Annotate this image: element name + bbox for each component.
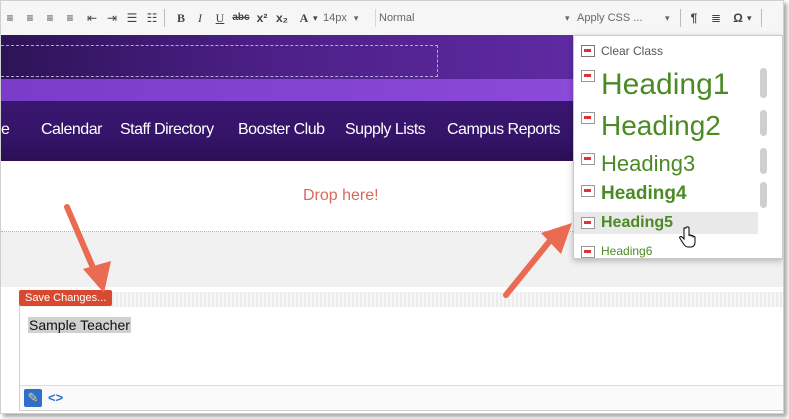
annotation-arrows: [64, 204, 572, 298]
arrow-to-heading5: [503, 223, 572, 298]
arrow-to-save-button: [64, 204, 111, 293]
editor-window: ≡ ≡ ≡ ≡ ⇤ ⇥ ☰ ☷ B I U abc x² x₂ A ▾ 14px…: [0, 0, 784, 414]
